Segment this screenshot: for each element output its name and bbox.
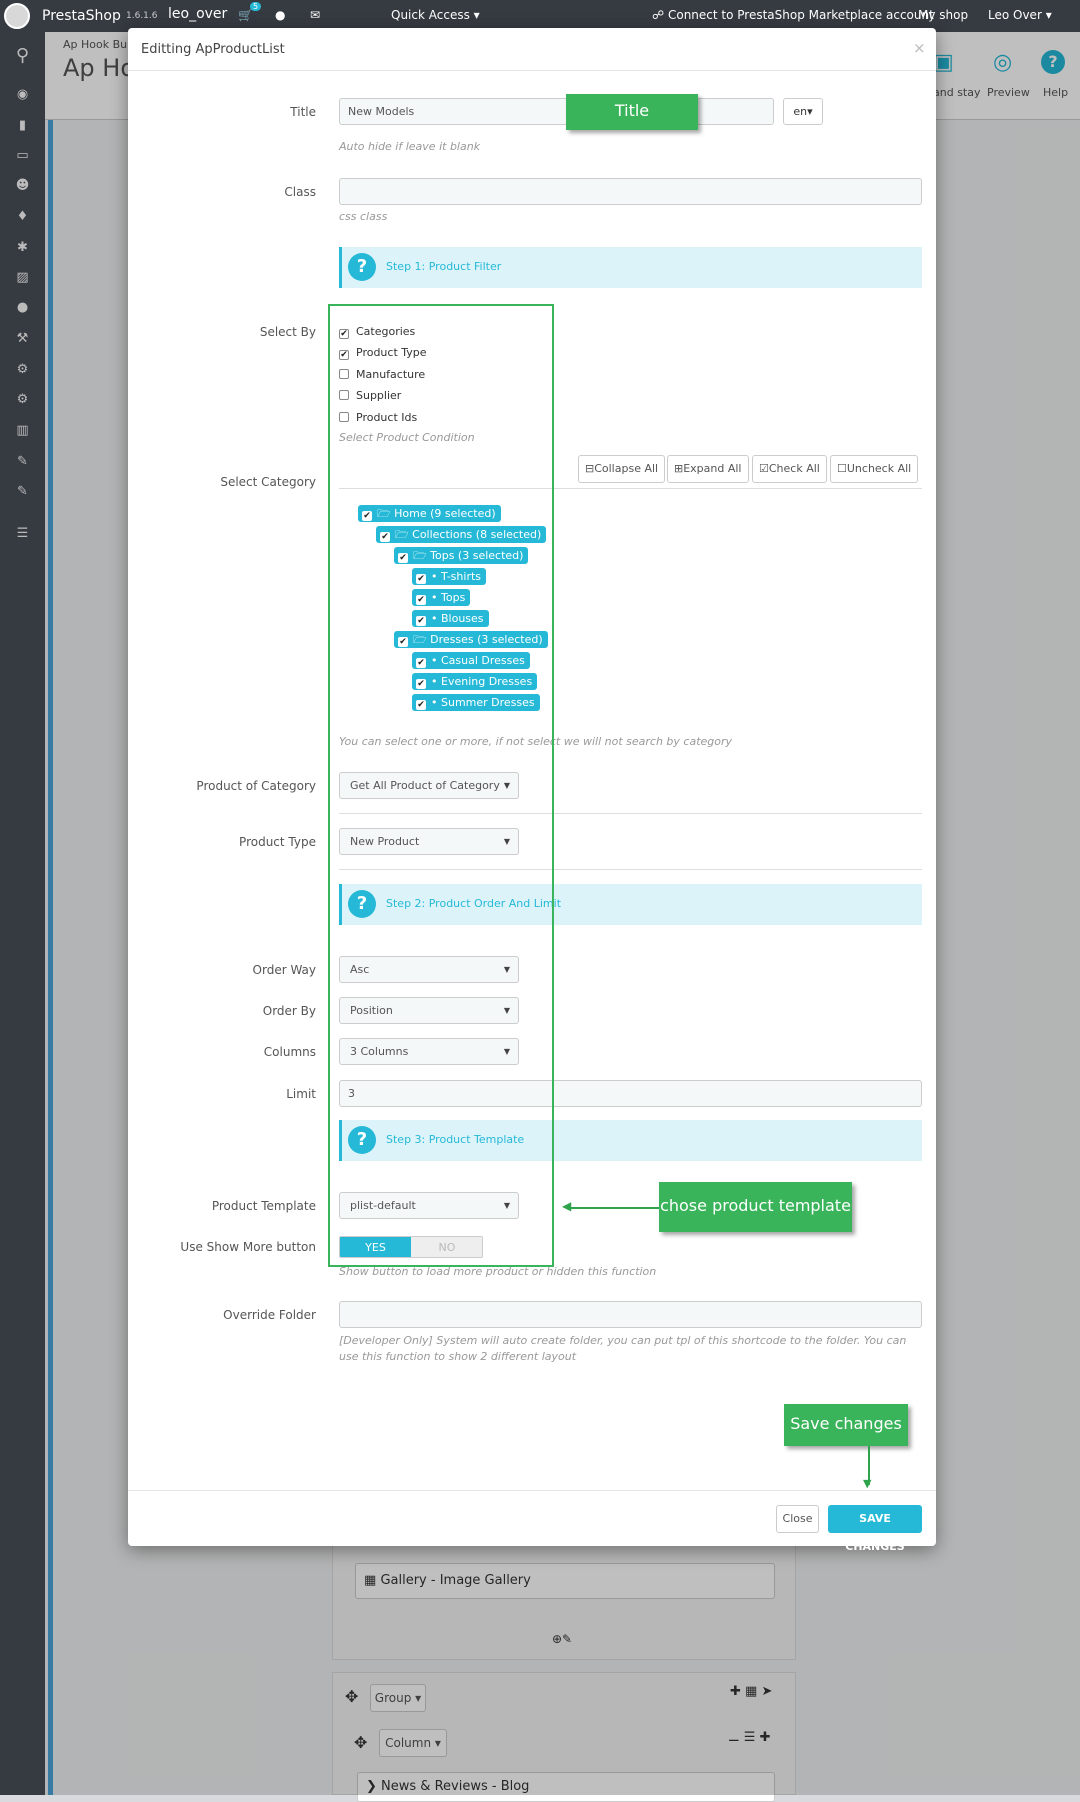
language-dropdown[interactable]: en▾ xyxy=(783,98,823,125)
modules-icon[interactable]: ✱ xyxy=(15,241,30,254)
connect-marketplace-link[interactable]: ☍ Connect to PrestaShop Marketplace acco… xyxy=(652,8,934,22)
save-changes-button[interactable]: SAVE CHANGES xyxy=(828,1505,922,1553)
override-folder-label: Override Folder xyxy=(223,1308,316,1322)
title-callout: Title xyxy=(566,94,698,130)
modal-title: Editting ApProductList xyxy=(141,42,285,57)
select-category-label: Select Category xyxy=(220,475,316,489)
order-by-label: Order By xyxy=(262,1004,316,1018)
shop-user-link[interactable]: leo_over xyxy=(168,6,227,22)
save-callout: Save changes xyxy=(784,1404,908,1446)
limit-label: Limit xyxy=(286,1087,316,1101)
product-of-category-label: Product of Category xyxy=(196,779,316,793)
admin-sidebar: ⚲ ◉ ▮ ▭ ☻ ♦ ✱ ▨ ● ⚒ ⚙ ⚙ ▥ ✎ ✎ ☰ xyxy=(0,32,45,1795)
dashboard-icon[interactable]: ◉ xyxy=(15,88,30,101)
square-icon: ☐ xyxy=(837,462,847,475)
class-hint: css class xyxy=(339,210,388,223)
save-arrow-head: ▼ xyxy=(863,1477,872,1490)
step1-banner: ? Step 1: Product Filter xyxy=(339,247,922,288)
check-all-button[interactable]: ☑Check All xyxy=(752,455,827,483)
shipping-icon[interactable]: ▨ xyxy=(15,271,30,284)
tools-icon[interactable]: ⚒ xyxy=(15,332,30,345)
cart-badge: 5 xyxy=(250,2,262,11)
expand-all-button[interactable]: ⊞Expand All xyxy=(667,455,749,483)
title-hint: Auto hide if leave it blank xyxy=(339,140,481,153)
menu-icon[interactable]: ☰ xyxy=(15,527,30,540)
user-icon[interactable]: ● xyxy=(275,8,285,22)
settings-icon[interactable]: ⚙ xyxy=(15,363,30,376)
plus-square-icon: ⊞ xyxy=(674,462,684,475)
highlight-box xyxy=(328,304,554,1267)
advanced-icon[interactable]: ⚙ xyxy=(15,393,30,406)
order-way-label: Order Way xyxy=(252,963,316,977)
uncheck-all-button[interactable]: ☐Uncheck All xyxy=(830,455,919,483)
class-input[interactable] xyxy=(339,178,922,205)
template-callout: chose product template xyxy=(659,1182,852,1232)
template-arrow-head: ◀ xyxy=(562,1199,572,1213)
customers-icon[interactable]: ☻ xyxy=(15,179,30,192)
version: 1.6.1.6 xyxy=(126,11,158,21)
show-more-label: Use Show More button xyxy=(180,1240,316,1254)
modal-footer: Close SAVE CHANGES xyxy=(128,1490,936,1553)
question-icon: ? xyxy=(348,253,376,281)
edit-icon[interactable]: ✎ xyxy=(15,455,30,468)
override-folder-input[interactable] xyxy=(339,1301,922,1328)
title-label: Title xyxy=(290,105,316,119)
prestashop-logo-icon[interactable] xyxy=(4,3,30,29)
minus-square-icon: ⊟ xyxy=(585,462,595,475)
mail-icon[interactable]: ✉ xyxy=(310,8,320,22)
checked-square-icon: ☑ xyxy=(759,462,769,475)
my-shop-link[interactable]: My shop xyxy=(918,8,968,22)
columns-label: Columns xyxy=(263,1045,316,1059)
close-button[interactable]: Close xyxy=(776,1505,819,1533)
product-type-label: Product Type xyxy=(239,835,316,849)
product-template-label: Product Template xyxy=(211,1199,316,1213)
tags-icon[interactable]: ♦ xyxy=(15,210,30,223)
select-by-label: Select By xyxy=(259,325,316,339)
payment-icon[interactable]: ▭ xyxy=(15,149,30,162)
cart-icon[interactable]: 🛒 xyxy=(238,8,253,22)
modal-header: Editting ApProductList × xyxy=(128,28,936,71)
orders-icon[interactable]: ▮ xyxy=(15,119,30,132)
class-label: Class xyxy=(284,185,316,199)
title-input[interactable]: New Models xyxy=(339,98,774,125)
template-arrow-line xyxy=(566,1207,659,1209)
pencil-square-icon[interactable]: ✎ xyxy=(15,485,30,498)
quick-access-menu[interactable]: Quick Access ▾ xyxy=(391,8,480,22)
override-hint: [Developer Only] System will auto create… xyxy=(339,1334,907,1363)
localization-icon[interactable]: ● xyxy=(15,301,30,314)
collapse-all-button[interactable]: ⊟Collapse All xyxy=(578,455,666,483)
brand-name[interactable]: PrestaShop xyxy=(42,8,121,24)
modal-close-icon[interactable]: × xyxy=(913,39,926,57)
search-icon[interactable]: ⚲ xyxy=(15,47,30,65)
stats-icon[interactable]: ▥ xyxy=(15,424,30,437)
account-menu[interactable]: Leo Over ▾ xyxy=(988,8,1052,22)
